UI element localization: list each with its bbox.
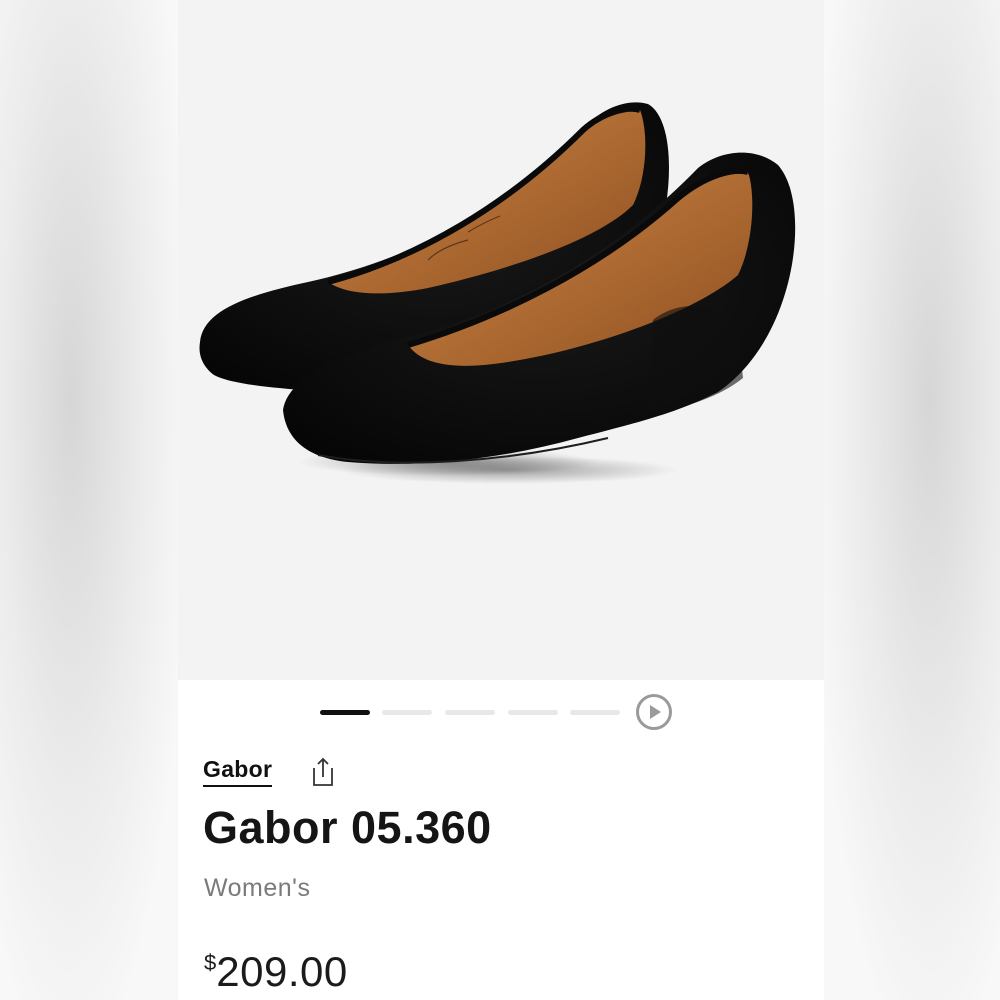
screenshot-stage: Gabor Gabor 05.360 Women's $209.00	[0, 0, 1000, 1000]
price-currency: $	[204, 950, 217, 975]
pager-dot[interactable]	[445, 710, 495, 715]
product-info-panel: Gabor Gabor 05.360 Women's $209.00	[178, 680, 824, 1000]
left-backdrop	[0, 0, 178, 1000]
share-icon[interactable]	[308, 756, 338, 788]
brand-link[interactable]: Gabor	[203, 756, 273, 787]
product-gender: Women's	[204, 874, 311, 902]
product-page: Gabor Gabor 05.360 Women's $209.00	[178, 0, 824, 1000]
pager-dot-active[interactable]	[320, 710, 370, 715]
right-backdrop	[824, 0, 1000, 1000]
play-video-button[interactable]	[636, 694, 672, 730]
shoe-illustration	[199, 102, 796, 484]
price-amount: 209.00	[216, 948, 348, 995]
product-price: $209.00	[204, 948, 348, 996]
pager-dot[interactable]	[382, 710, 432, 715]
product-title: Gabor 05.360	[203, 802, 492, 853]
pager-dot[interactable]	[508, 710, 558, 715]
product-image[interactable]	[178, 0, 824, 680]
play-circle-icon	[650, 705, 661, 719]
pager-dot[interactable]	[570, 710, 620, 715]
